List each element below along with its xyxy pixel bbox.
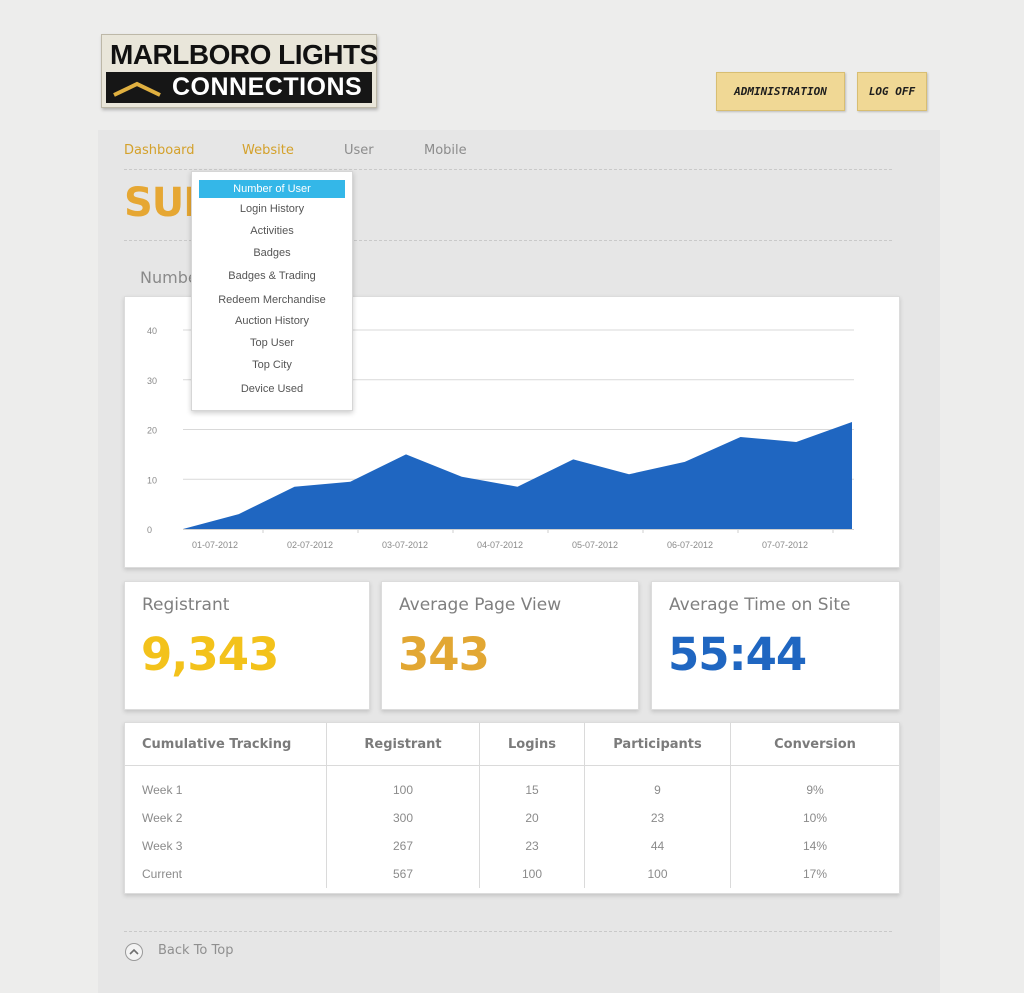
x-tick-label: 02-07-2012 xyxy=(287,540,333,550)
back-to-top-link[interactable]: Back To Top xyxy=(158,943,233,958)
x-tick-label: 03-07-2012 xyxy=(382,540,428,550)
x-tick-label: 01-07-2012 xyxy=(192,540,238,550)
x-tick-label: 05-07-2012 xyxy=(572,540,618,550)
cell: 20 xyxy=(479,804,585,832)
menu-item-device-used[interactable]: Device Used xyxy=(192,383,352,395)
average-page-view-card: Average Page View 343 xyxy=(381,581,639,710)
menu-item-activities[interactable]: Activities xyxy=(192,225,352,237)
footer-divider xyxy=(124,931,892,932)
menu-item-top-user[interactable]: Top User xyxy=(192,337,352,349)
cell: Week 2 xyxy=(125,804,327,832)
log-off-button[interactable]: LOG OFF xyxy=(857,72,927,111)
cell: 567 xyxy=(326,860,480,888)
x-tick-label: 04-07-2012 xyxy=(477,540,523,550)
cell: 267 xyxy=(326,832,480,860)
chevron-logo-icon xyxy=(113,81,161,97)
menu-item-badges[interactable]: Badges xyxy=(192,247,352,259)
y-tick-label: 30 xyxy=(147,376,157,386)
cell: 9 xyxy=(584,765,731,804)
cell: 100 xyxy=(326,765,480,804)
tracking-table-card: Cumulative Tracking Registrant Logins Pa… xyxy=(124,722,900,894)
nav-mobile[interactable]: Mobile xyxy=(424,143,467,158)
registrant-label: Registrant xyxy=(142,595,230,615)
registrant-card: Registrant 9,343 xyxy=(124,581,370,710)
y-tick-label: 0 xyxy=(147,525,152,535)
average-page-view-value: 343 xyxy=(398,628,490,681)
cell: 17% xyxy=(802,867,828,881)
x-tick-label: 07-07-2012 xyxy=(762,540,808,550)
col-cumulative-tracking: Cumulative Tracking xyxy=(125,723,327,766)
cell: 44 xyxy=(584,832,731,860)
cell: Week 1 xyxy=(125,765,327,804)
website-dropdown-menu: Number of User Login History Activities … xyxy=(191,171,353,411)
table-header-row: Cumulative Tracking Registrant Logins Pa… xyxy=(125,723,899,766)
y-tick-label: 40 xyxy=(147,326,157,336)
col-registrant: Registrant xyxy=(326,723,480,766)
col-conversion: Conversion xyxy=(730,723,899,766)
cell: 10% xyxy=(802,811,828,825)
area-series xyxy=(183,422,852,529)
menu-item-login-history[interactable]: Login History xyxy=(192,203,352,215)
y-tick-label: 20 xyxy=(147,426,157,436)
x-tick-label: 06-07-2012 xyxy=(667,540,713,550)
col-logins: Logins xyxy=(479,723,585,766)
col-participants: Participants xyxy=(584,723,731,766)
table-row: Week 1 100 15 9 9% xyxy=(125,765,899,804)
chevron-up-icon[interactable] xyxy=(125,943,143,961)
logo-line2: CONNECTIONS xyxy=(172,73,363,101)
nav-user[interactable]: User xyxy=(344,143,374,158)
average-time-value: 55:44 xyxy=(668,628,807,681)
tracking-table: Cumulative Tracking Registrant Logins Pa… xyxy=(125,723,899,888)
cell: 300 xyxy=(326,804,480,832)
menu-item-badges-trading[interactable]: Badges & Trading xyxy=(192,270,352,282)
table-row: Current 567 100 100 17% xyxy=(125,860,899,888)
menu-item-auction-history[interactable]: Auction History xyxy=(192,315,352,327)
cell: 15 xyxy=(479,765,585,804)
menu-item-top-city[interactable]: Top City xyxy=(192,359,352,371)
average-time-label: Average Time on Site xyxy=(669,595,851,615)
menu-item-number-of-user[interactable]: Number of User xyxy=(199,180,345,198)
average-page-view-label: Average Page View xyxy=(399,595,562,615)
cell: 14% xyxy=(802,839,828,853)
nav-website[interactable]: Website xyxy=(242,143,294,158)
administration-button[interactable]: ADMINISTRATION xyxy=(716,72,845,111)
cell: 23 xyxy=(479,832,585,860)
average-time-card: Average Time on Site 55:44 xyxy=(651,581,900,710)
cell: 23 xyxy=(584,804,731,832)
cell: Week 3 xyxy=(125,832,327,860)
y-tick-label: 10 xyxy=(147,475,157,485)
menu-item-redeem-merchandise[interactable]: Redeem Merchandise xyxy=(192,294,352,306)
table-row: Week 3 267 23 44 14% xyxy=(125,832,899,860)
cell: 100 xyxy=(584,860,731,888)
cell: 100 xyxy=(479,860,585,888)
nav-divider xyxy=(124,169,892,170)
cell: 9% xyxy=(806,783,824,797)
cell: Current xyxy=(125,860,327,888)
nav-dashboard[interactable]: Dashboard xyxy=(124,143,195,158)
registrant-value: 9,343 xyxy=(141,628,279,681)
logo-line1: MARLBORO LIGHTS xyxy=(110,39,378,70)
table-row: Week 2 300 20 23 10% xyxy=(125,804,899,832)
logo: MARLBORO LIGHTS CONNECTIONS xyxy=(101,34,378,108)
